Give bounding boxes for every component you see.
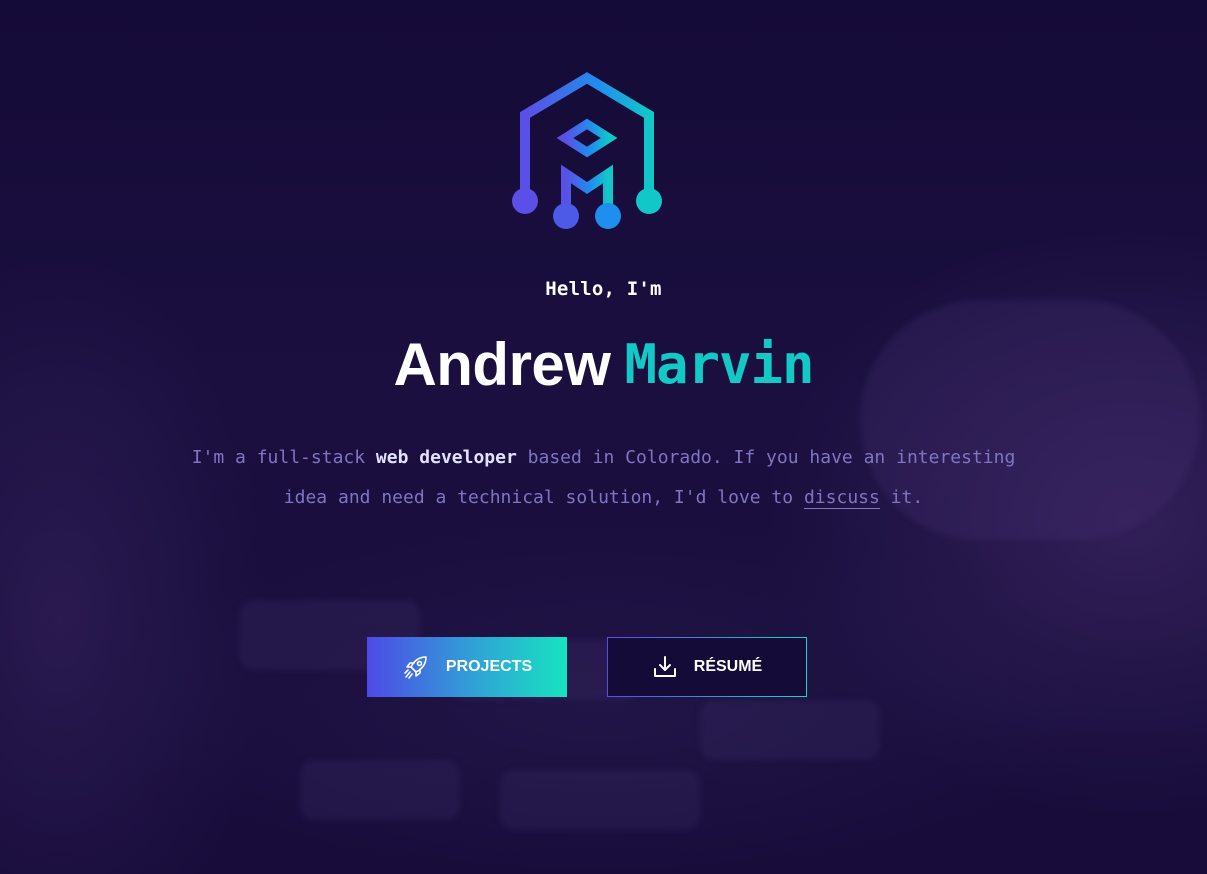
rocket-icon — [402, 653, 430, 681]
projects-label: PROJECTS — [445, 658, 533, 675]
intro-paragraph: I'm a full-stack web developer based in … — [190, 438, 1017, 518]
page-title: Andrew Marvin — [0, 330, 1207, 399]
first-name: Andrew — [393, 331, 611, 398]
download-icon — [652, 654, 678, 680]
intro-highlight: web developer — [375, 447, 517, 468]
resume-button[interactable]: RÉSUMÉ — [607, 637, 807, 697]
hero-section: Hello, I'm Andrew Marvin I'm a full-stack… — [0, 0, 1207, 874]
greeting-text: Hello, I'm — [545, 278, 662, 300]
resume-label: RÉSUMÉ — [693, 658, 763, 675]
discuss-link[interactable]: discuss — [803, 487, 880, 509]
intro-text-3: it. — [879, 487, 924, 508]
projects-button[interactable]: PROJECTS — [367, 637, 567, 697]
last-name: Marvin — [624, 333, 814, 396]
am-logo-icon[interactable] — [505, 70, 675, 240]
intro-text-1: I'm a full-stack — [191, 447, 376, 468]
